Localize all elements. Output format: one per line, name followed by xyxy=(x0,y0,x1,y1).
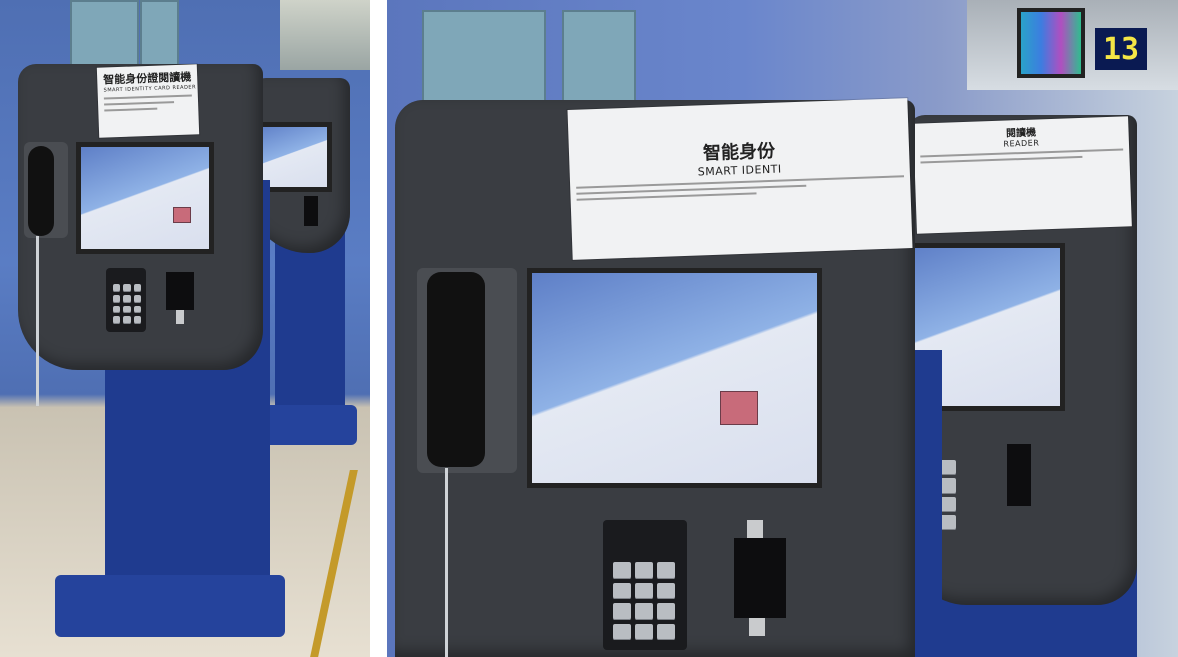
photo-left: 智能身份證閱讀機 SMART IDENTITY CARD READER xyxy=(0,0,370,657)
notice-sheet-second: 閱讀機 READER xyxy=(913,116,1132,234)
keypad-icon xyxy=(613,562,675,640)
card-slot-icon xyxy=(734,538,786,618)
queue-number-display: 13 xyxy=(1095,28,1147,70)
ceiling-area xyxy=(280,0,370,70)
handset-icon xyxy=(28,146,54,236)
floor-marking xyxy=(310,470,358,657)
handset-icon xyxy=(427,272,485,467)
kiosk-base-back xyxy=(262,405,357,445)
notice-sheet: 智能身份證閱讀機 SMART IDENTITY CARD READER xyxy=(96,64,200,138)
handset-cord xyxy=(445,468,448,657)
keypad-icon xyxy=(113,284,141,324)
card-slot-icon xyxy=(304,196,318,226)
notice-sheet: 智能身份 SMART IDENTI xyxy=(567,98,913,260)
ceiling-display xyxy=(1017,8,1085,78)
kiosk-stand-back xyxy=(275,230,345,420)
kiosk-screen-front xyxy=(76,142,214,254)
card-slot-icon xyxy=(1007,444,1031,506)
card-slot-tab xyxy=(176,310,184,324)
queue-number: 13 xyxy=(1102,31,1140,67)
card-slot-icon xyxy=(166,272,194,310)
screen-card-graphic xyxy=(173,207,191,223)
card-slot-tab xyxy=(749,618,765,636)
keypad-icon xyxy=(940,460,956,530)
kiosk-base-front xyxy=(55,575,285,637)
photo-right: 13 閱讀機 READER 智能身份 SMART IDENTI xyxy=(387,0,1178,657)
kiosk-screen-front xyxy=(527,268,822,488)
card-slot-tab xyxy=(747,520,763,538)
wall-poster xyxy=(70,0,139,66)
screen-card-graphic xyxy=(720,391,758,425)
handset-cord xyxy=(36,236,39,406)
wall-poster xyxy=(140,0,179,74)
